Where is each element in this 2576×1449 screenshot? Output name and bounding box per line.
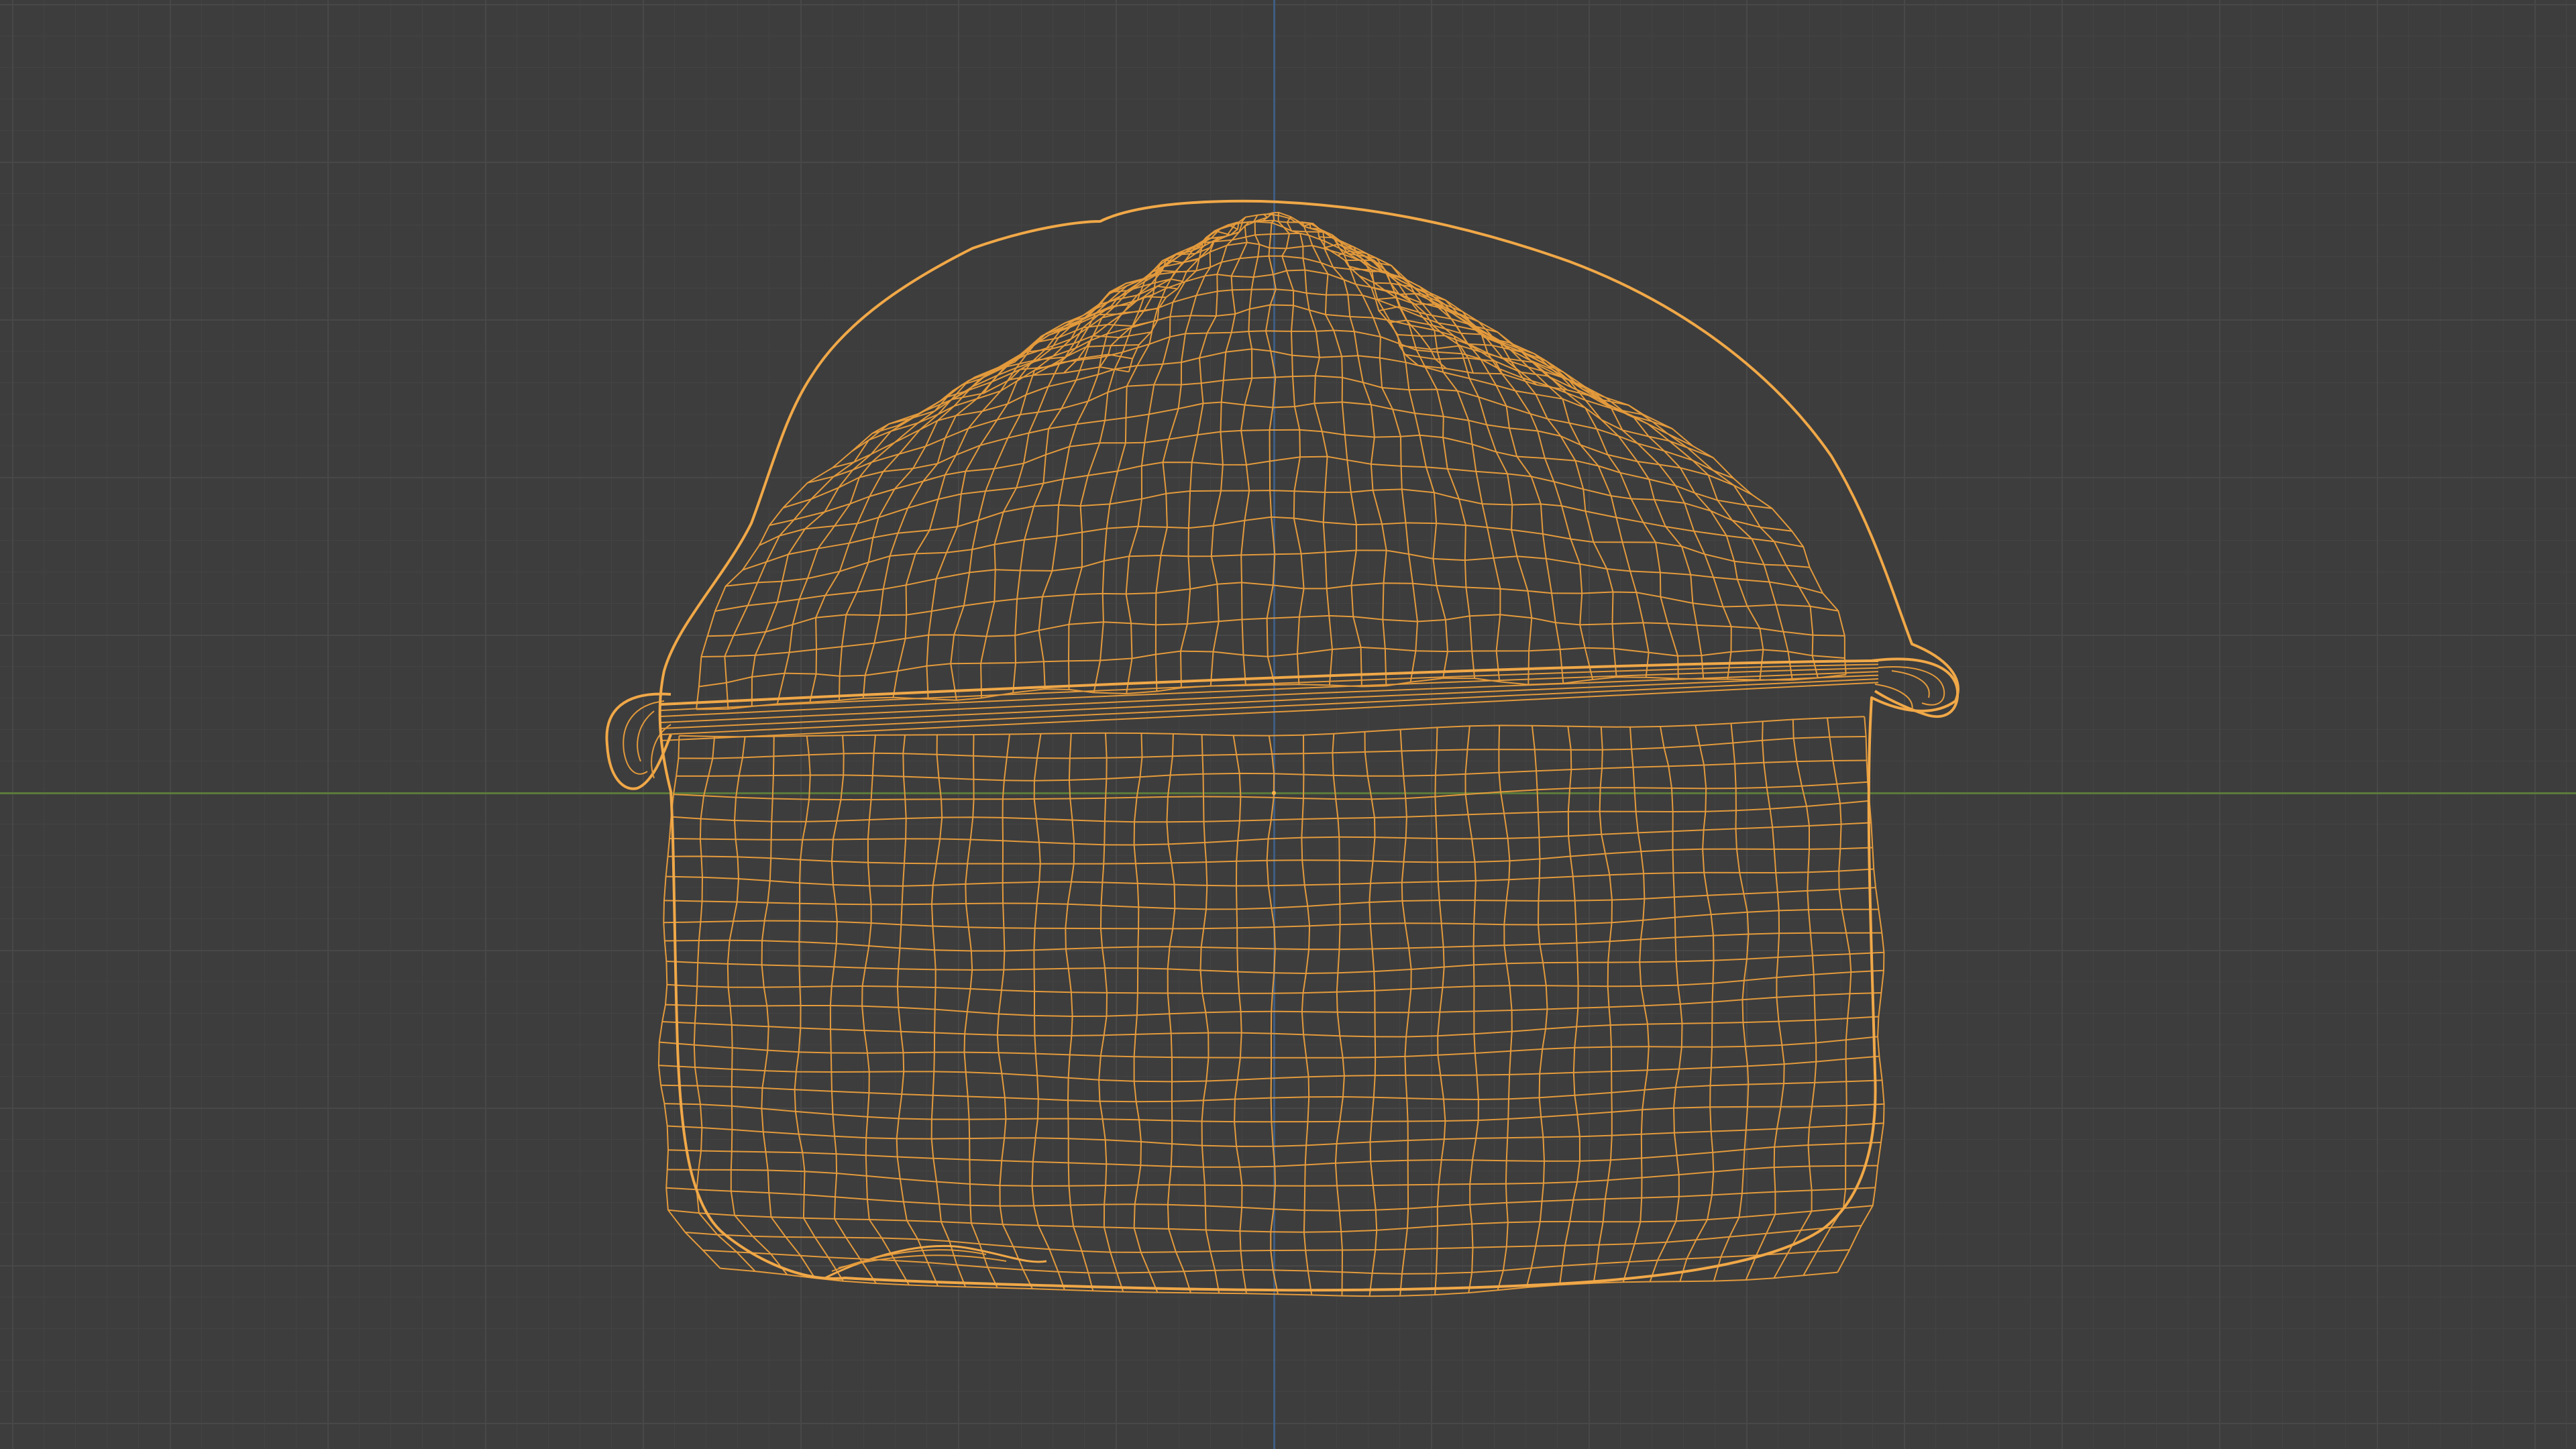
mesh-edge-body-col: [1133, 733, 1159, 1293]
mesh-edge-rim-band: [660, 682, 1879, 741]
mesh-edge-bottom-crease: [831, 1249, 987, 1272]
mesh-edge-body-row: [667, 1165, 1878, 1187]
mesh-edge-dome-col: [1068, 237, 1220, 690]
mesh-edge-dome-col: [1277, 211, 1305, 685]
mesh-edge-body-row: [667, 847, 1873, 865]
mesh-edge-body-row: [662, 1016, 1879, 1038]
mesh-edge-body-row: [685, 1225, 1862, 1253]
mesh-edge-body-row: [665, 992, 1882, 1017]
mesh-edge-body-row: [663, 908, 1879, 930]
mesh-edge-right-ear: [1891, 670, 1930, 698]
mesh-edge-body-col: [794, 735, 844, 1282]
mesh-edge-body-col: [861, 735, 910, 1285]
mesh-edge-body-row: [667, 1122, 1884, 1147]
mesh-edge-body-col: [1745, 721, 1785, 1281]
mesh-edge-body-col: [1364, 731, 1378, 1297]
mesh-edge-body-row: [664, 1103, 1884, 1123]
mesh-edge-body-col: [1434, 727, 1446, 1295]
mesh-edge-dome-row: [1128, 213, 1419, 372]
mesh-edge-dome-col: [1286, 216, 1333, 686]
mesh-edge-body-row: [667, 1205, 1873, 1233]
mesh-edge-dome-row: [983, 241, 1568, 394]
mesh-edge-dome-col: [1348, 265, 1594, 680]
mesh-edge-body-row: [676, 759, 1867, 782]
mesh-edge-dome-col: [980, 258, 1199, 698]
3d-viewport[interactable]: [0, 0, 2576, 1449]
mesh-edge-body-row: [659, 1036, 1878, 1059]
mesh-edge-body-col: [1031, 733, 1065, 1291]
mesh-edges: [605, 199, 1960, 1297]
mesh-edge-body-col: [1464, 726, 1479, 1293]
mesh-edge-body-row: [658, 1055, 1880, 1083]
mesh-edge-body-col: [1199, 735, 1220, 1293]
mesh-edge-dome-row: [851, 329, 1694, 452]
mesh-edge-body-col: [1098, 733, 1124, 1292]
mesh-edge-body-col: [1803, 717, 1852, 1276]
mesh-edge-body-row: [665, 868, 1874, 887]
mesh-edge-body-col: [1559, 726, 1580, 1285]
mesh-edge-dome-col: [1319, 236, 1476, 679]
mesh-edge-dome-col: [1265, 212, 1277, 686]
mesh-edge-body-row: [664, 932, 1882, 952]
mesh-edge-body-col: [1773, 719, 1817, 1279]
mesh-edge-dome-col: [1371, 286, 1650, 678]
mesh-edge-body-row: [671, 800, 1870, 823]
mesh-edge-body-col: [1065, 733, 1094, 1291]
object-origin[interactable]: [1272, 791, 1276, 795]
mesh-edge-body-col: [1497, 725, 1513, 1291]
mesh-edge-body-row: [666, 1187, 1876, 1212]
mesh-edge-body-row: [702, 1249, 1850, 1275]
wireframe-mesh[interactable]: [0, 0, 2576, 1449]
mesh-edge-body-row: [673, 781, 1868, 801]
mesh-edge-rim-band: [660, 667, 1879, 717]
mesh-edge-body-col: [1232, 735, 1247, 1294]
mesh-edge-body-col: [1525, 725, 1548, 1288]
mesh-edge-body-col: [1713, 723, 1750, 1281]
mesh-edge-dome-col: [1180, 217, 1246, 688]
mesh-edge-body-row: [667, 969, 1884, 994]
mesh-edge-dome-col: [1240, 213, 1269, 686]
mesh-edge-dome-col: [1125, 224, 1238, 694]
mesh-edge-dome-col: [1344, 259, 1564, 684]
